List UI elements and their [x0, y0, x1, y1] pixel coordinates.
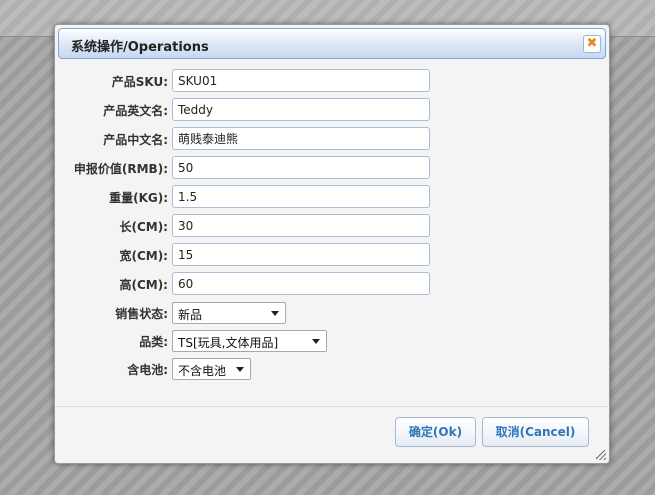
weight-label: 重量(KG): — [109, 191, 168, 205]
width-label: 宽(CM): — [119, 249, 168, 263]
sku-label: 产品SKU: — [111, 75, 168, 89]
form-row-weight: 重量(KG): — [55, 185, 611, 209]
weight-input[interactable] — [172, 185, 430, 208]
sku-input[interactable] — [172, 69, 430, 92]
declared-value-input[interactable] — [172, 156, 430, 179]
form-row-sales-status: 销售状态: 新品 — [55, 301, 611, 325]
length-label: 长(CM): — [119, 220, 168, 234]
battery-label: 含电池: — [127, 363, 168, 377]
form-row-battery: 含电池: 不含电池 — [55, 357, 611, 381]
height-input[interactable] — [172, 272, 430, 295]
ok-button[interactable]: 确定(Ok) — [395, 417, 476, 447]
category-label: 品类: — [139, 335, 168, 349]
form-row-name-en: 产品英文名: — [55, 98, 611, 122]
sales-status-label: 销售状态: — [115, 307, 168, 321]
form-row-length: 长(CM): — [55, 214, 611, 238]
chevron-down-icon — [236, 367, 244, 372]
height-label: 高(CM): — [119, 278, 168, 292]
battery-value: 不含电池 — [178, 364, 227, 378]
form-row-category: 品类: TS[玩具,文体用品] — [55, 329, 611, 353]
sales-status-select[interactable]: 新品 — [172, 302, 286, 324]
category-value: TS[玩具,文体用品] — [178, 336, 279, 350]
length-input[interactable] — [172, 214, 430, 237]
resize-grip-icon[interactable] — [596, 450, 606, 460]
form-row-declared-value: 申报价值(RMB): — [55, 156, 611, 180]
close-icon: ✖ — [586, 36, 598, 51]
form-row-sku: 产品SKU: — [55, 69, 611, 93]
chinese-name-input[interactable] — [172, 127, 430, 150]
chevron-down-icon — [312, 339, 320, 344]
sales-status-value: 新品 — [178, 308, 203, 322]
category-select[interactable]: TS[玩具,文体用品] — [172, 330, 327, 352]
chevron-down-icon — [271, 311, 279, 316]
battery-select[interactable]: 不含电池 — [172, 358, 251, 380]
dialog-titlebar[interactable]: 系统操作/Operations ✖ — [58, 28, 606, 59]
english-name-input[interactable] — [172, 98, 430, 121]
close-button[interactable]: ✖ — [583, 35, 601, 53]
dialog-title: 系统操作/Operations — [71, 40, 209, 55]
form-row-height: 高(CM): — [55, 272, 611, 296]
form-row-name-cn: 产品中文名: — [55, 127, 611, 151]
chinese-name-label: 产品中文名: — [103, 133, 168, 147]
operations-dialog: 系统操作/Operations ✖ 产品SKU: 产品英文名: 产品中文名: 申… — [54, 24, 610, 464]
english-name-label: 产品英文名: — [103, 104, 168, 118]
width-input[interactable] — [172, 243, 430, 266]
declared-value-label: 申报价值(RMB): — [73, 162, 168, 176]
form-row-width: 宽(CM): — [55, 243, 611, 267]
cancel-button[interactable]: 取消(Cancel) — [482, 417, 589, 447]
footer-divider — [56, 406, 608, 407]
